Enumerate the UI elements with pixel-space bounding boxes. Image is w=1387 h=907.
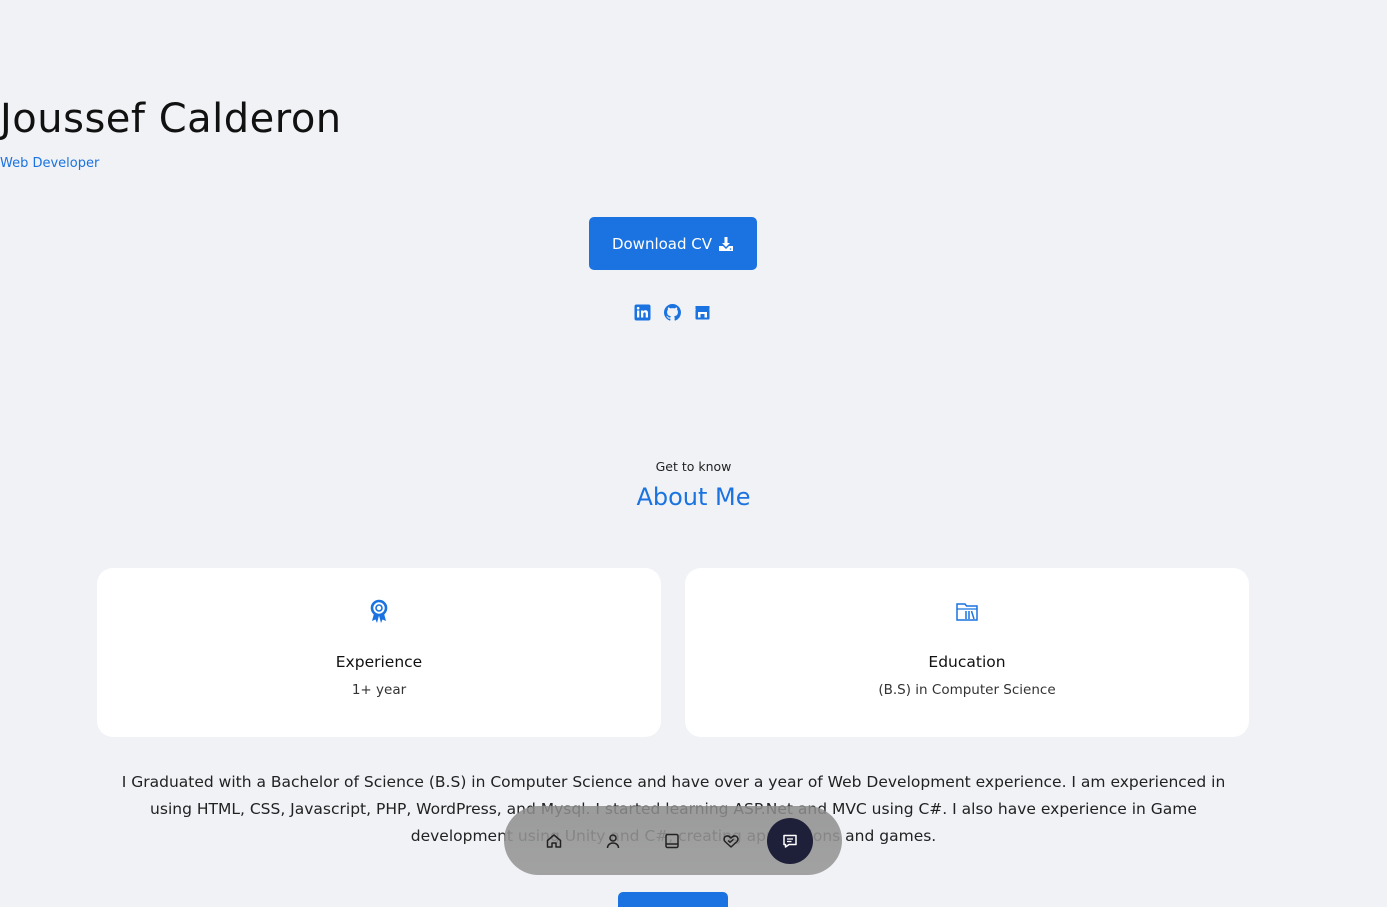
home-icon [546,833,562,848]
floating-nav-dock [504,806,842,875]
nav-about[interactable] [590,818,636,864]
experience-title: Experience [335,653,423,671]
user-icon [606,833,620,848]
about-title: About Me [636,483,751,511]
portfolio-page: Joussef Calderon Web Developer Download … [0,0,1387,907]
nav-contact[interactable] [767,817,813,864]
social-links [634,304,711,321]
linkedin-icon[interactable] [634,304,651,321]
download-cv-label: Download CV [611,234,713,253]
library-icon [955,599,979,625]
education-value: (B.S) in Computer Science [878,682,1056,698]
handshake-icon [723,834,739,848]
download-icon [718,236,734,252]
nav-home[interactable] [531,818,577,864]
partial-button[interactable] [618,892,728,907]
about-kicker: Get to know [655,459,732,474]
download-cv-button[interactable]: Download CV [589,217,757,270]
hero-role: Web Developer [0,156,100,171]
store-icon[interactable] [694,304,711,321]
award-icon [367,599,391,625]
experience-card: Experience 1+ year [97,568,661,737]
hero-name: Joussef Calderon [0,96,342,142]
book-icon [665,833,679,848]
github-icon[interactable] [664,304,681,321]
experience-value: 1+ year [351,682,407,698]
nav-experience[interactable] [649,818,695,864]
nav-services[interactable] [708,818,754,864]
education-card: Education (B.S) in Computer Science [685,568,1249,737]
message-icon [783,834,797,848]
education-title: Education [928,653,1006,671]
